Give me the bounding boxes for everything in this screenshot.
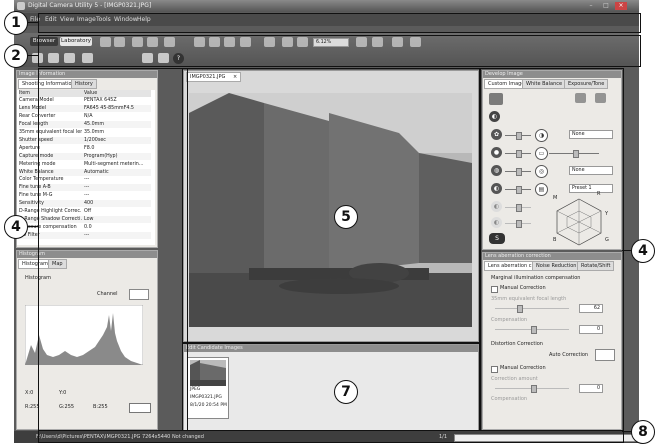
- title-bar: Digital Camera Utility 5 - [IMGP0321.JPG…: [14, 0, 639, 12]
- callout-5-bracket: [182, 68, 480, 343]
- callout-8: 8: [631, 420, 655, 444]
- callout-4-left: 4: [4, 215, 28, 239]
- maximize-button[interactable]: □: [600, 2, 612, 10]
- close-window-button[interactable]: ×: [615, 2, 627, 10]
- minimize-button[interactable]: –: [585, 2, 597, 10]
- callout-1: 1: [4, 11, 28, 35]
- app-icon: [17, 2, 25, 10]
- callout-4-right-bracket: [480, 68, 624, 431]
- callout-2: 2: [4, 44, 28, 68]
- callout-4-left-bracket: [38, 68, 188, 431]
- callout-2-line: [28, 55, 38, 56]
- callout-4-left-line: [28, 226, 38, 227]
- window-title: Digital Camera Utility 5 - [IMGP0321.JPG…: [28, 2, 152, 9]
- callout-4-right: 4: [631, 239, 655, 263]
- callout-8-bracket: [38, 430, 624, 443]
- callout-1-line: [28, 22, 38, 23]
- coord-x: X:0: [25, 390, 34, 396]
- callout-7-bracket: [182, 343, 480, 431]
- callout-2-bracket: [38, 35, 641, 67]
- callout-1-bracket: [38, 13, 641, 33]
